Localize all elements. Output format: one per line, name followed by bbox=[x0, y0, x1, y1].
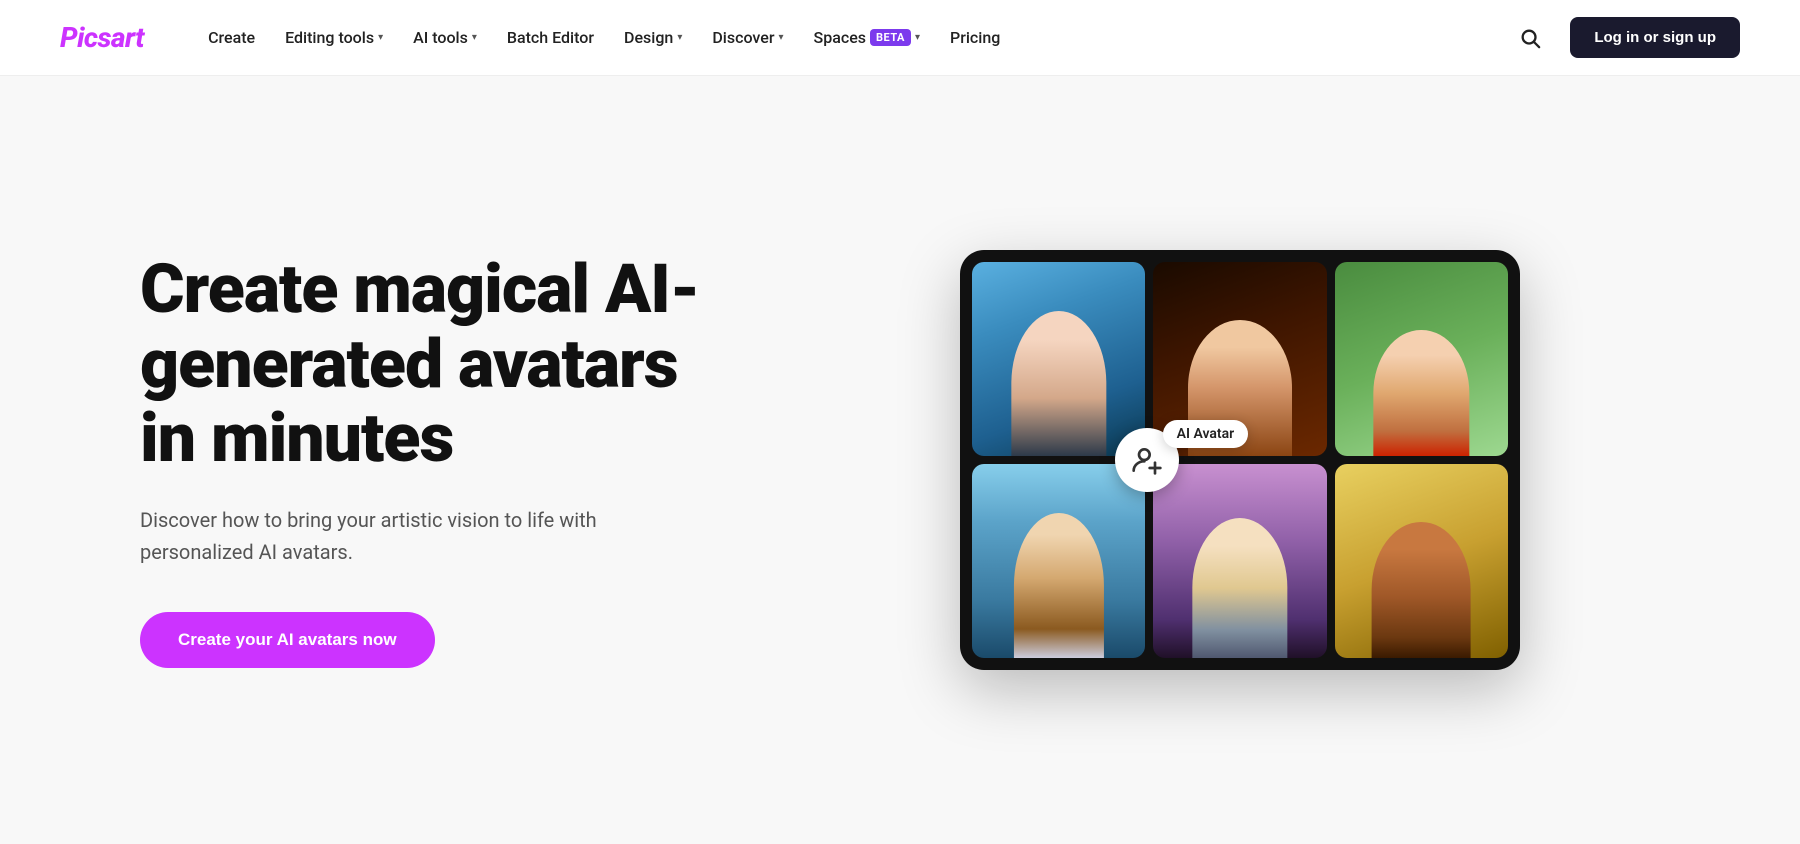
hero-content: Create magical AI-generated avatars in m… bbox=[140, 252, 720, 668]
nav-label-spaces: Spaces bbox=[814, 28, 866, 47]
hero-subtitle: Discover how to bring your artistic visi… bbox=[140, 504, 660, 568]
beta-badge: BETA bbox=[870, 29, 911, 46]
nav-item-create[interactable]: Create bbox=[196, 20, 267, 55]
hero-title: Create magical AI-generated avatars in m… bbox=[140, 252, 720, 476]
smiling-woman-figure bbox=[1335, 262, 1508, 456]
chevron-down-icon: ▾ bbox=[779, 32, 784, 43]
navbar: Picsart Create Editing tools ▾ AI tools … bbox=[0, 0, 1800, 76]
nav-label-pricing: Pricing bbox=[950, 28, 1000, 47]
nav-label-create: Create bbox=[208, 28, 255, 47]
anime-girl-figure bbox=[972, 262, 1145, 456]
collage-cell-dark-guy bbox=[972, 464, 1145, 658]
hero-section: Create magical AI-generated avatars in m… bbox=[0, 76, 1800, 844]
logo[interactable]: Picsart bbox=[60, 21, 144, 54]
nav-label-ai-tools: AI tools bbox=[413, 28, 468, 47]
nav-item-ai-tools[interactable]: AI tools ▾ bbox=[401, 20, 489, 55]
ai-avatar-label: AI Avatar bbox=[1163, 420, 1249, 448]
blonde-warrior-figure bbox=[1153, 464, 1326, 658]
avatar-collage: AI Avatar bbox=[960, 250, 1520, 670]
nav-item-design[interactable]: Design ▾ bbox=[612, 20, 694, 55]
collage-cell-brown-woman bbox=[1335, 464, 1508, 658]
chevron-down-icon: ▾ bbox=[915, 32, 920, 43]
login-button[interactable]: Log in or sign up bbox=[1570, 17, 1740, 58]
dark-guy-figure bbox=[972, 464, 1145, 658]
cta-button[interactable]: Create your AI avatars now bbox=[140, 612, 435, 668]
nav-item-editing-tools[interactable]: Editing tools ▾ bbox=[273, 20, 395, 55]
chevron-down-icon: ▾ bbox=[378, 32, 383, 43]
search-icon bbox=[1519, 27, 1541, 49]
nav-label-design: Design bbox=[624, 28, 673, 47]
brown-woman-figure bbox=[1335, 464, 1508, 658]
collage-cell-smiling-woman bbox=[1335, 262, 1508, 456]
avatar-add-icon bbox=[1131, 444, 1163, 476]
nav-item-batch-editor[interactable]: Batch Editor bbox=[495, 20, 606, 55]
nav-right: Log in or sign up bbox=[1510, 17, 1740, 58]
nav-item-pricing[interactable]: Pricing bbox=[938, 20, 1012, 55]
nav-item-spaces[interactable]: Spaces BETA ▾ bbox=[802, 20, 932, 55]
search-button[interactable] bbox=[1510, 18, 1550, 58]
nav-label-batch-editor: Batch Editor bbox=[507, 28, 594, 47]
hero-image: AI Avatar bbox=[800, 250, 1680, 670]
collage-cell-blonde-warrior bbox=[1153, 464, 1326, 658]
nav-links: Create Editing tools ▾ AI tools ▾ Batch … bbox=[196, 20, 1474, 55]
nav-item-discover[interactable]: Discover ▾ bbox=[700, 20, 795, 55]
nav-label-editing-tools: Editing tools bbox=[285, 28, 374, 47]
collage-cell-anime-girl bbox=[972, 262, 1145, 456]
chevron-down-icon: ▾ bbox=[677, 32, 682, 43]
chevron-down-icon: ▾ bbox=[472, 32, 477, 43]
nav-label-discover: Discover bbox=[712, 28, 774, 47]
